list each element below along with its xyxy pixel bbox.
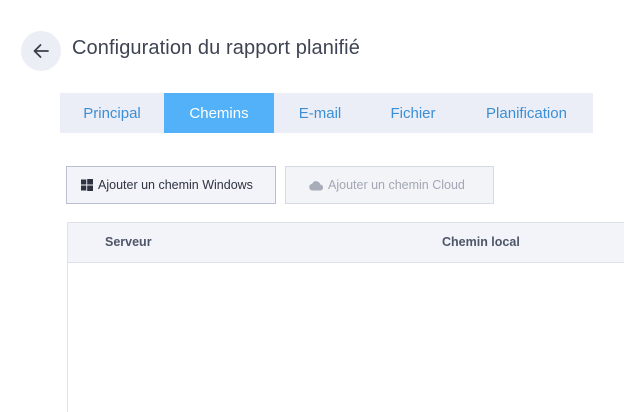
column-header-chemin-local[interactable]: Chemin local	[442, 235, 520, 249]
add-windows-path-button[interactable]: Ajouter un chemin Windows	[66, 166, 276, 204]
add-cloud-path-label: Ajouter un chemin Cloud	[328, 178, 465, 192]
scheduled-report-config-page: Configuration du rapport planifié Princi…	[0, 0, 624, 412]
arrow-left-icon	[33, 44, 49, 58]
table-header: Serveur Chemin local	[68, 223, 624, 263]
page-title: Configuration du rapport planifié	[72, 37, 360, 59]
tab-principal[interactable]: Principal	[60, 93, 164, 133]
add-windows-path-label: Ajouter un chemin Windows	[98, 178, 253, 192]
tab-chemins[interactable]: Chemins	[164, 93, 274, 133]
add-cloud-path-button[interactable]: Ajouter un chemin Cloud	[285, 166, 494, 204]
tab-bar: Principal Chemins E-mail Fichier Planifi…	[60, 93, 593, 133]
tab-email[interactable]: E-mail	[274, 93, 366, 133]
paths-table: Serveur Chemin local	[67, 222, 624, 412]
windows-icon	[81, 179, 93, 191]
tab-planification[interactable]: Planification	[460, 93, 593, 133]
tab-fichier[interactable]: Fichier	[366, 93, 460, 133]
cloud-icon	[308, 180, 323, 191]
back-button[interactable]	[21, 31, 61, 71]
column-header-serveur[interactable]: Serveur	[105, 235, 152, 249]
